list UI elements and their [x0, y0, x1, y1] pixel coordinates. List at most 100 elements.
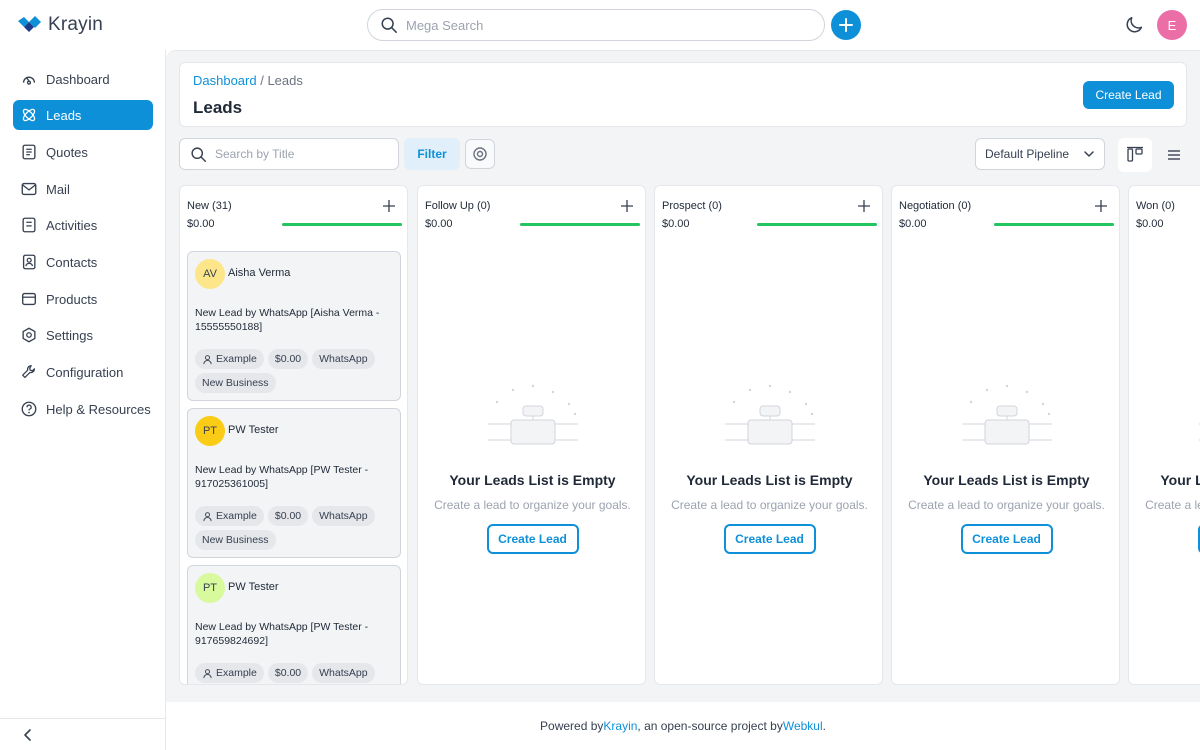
sidebar-item-leads[interactable]: Leads	[13, 100, 153, 130]
sidebar-item-contacts[interactable]: Contacts	[13, 247, 153, 277]
create-lead-button[interactable]: Create Lead	[1083, 81, 1174, 109]
pipeline-select-value: Default Pipeline	[985, 147, 1070, 161]
kanban-column-won: Won (0) $0.00 Your Leads List is Empty C…	[1128, 185, 1200, 685]
empty-state: Your Leads List is Empty Create a lead t…	[892, 382, 1119, 554]
column-amount: $0.00	[187, 218, 215, 230]
lead-card[interactable]: AV Aisha Verma New Lead by WhatsApp [Ais…	[187, 251, 401, 401]
lead-tag: WhatsApp	[312, 349, 375, 369]
column-amount: $0.00	[1136, 218, 1164, 230]
lead-title: New Lead by WhatsApp [Aisha Verma - 1555…	[195, 307, 380, 333]
add-icon[interactable]	[381, 198, 397, 214]
sidebar-item-quotes[interactable]: Quotes	[13, 137, 153, 167]
lead-tag: Example	[195, 349, 264, 369]
lead-card[interactable]: PT PW Tester New Lead by WhatsApp [PW Te…	[187, 565, 401, 684]
breadcrumb: Dashboard / Leads	[193, 73, 303, 88]
footer-krayin-link[interactable]: Krayin	[603, 719, 637, 733]
lead-avatar: PT	[195, 573, 225, 603]
add-icon[interactable]	[619, 198, 635, 214]
mail-icon	[19, 179, 39, 199]
create-lead-button[interactable]: Create Lead	[723, 524, 816, 554]
column-progress-bar	[282, 223, 402, 226]
column-progress-bar	[994, 223, 1114, 226]
lead-card[interactable]: PT PW Tester New Lead by WhatsApp [PW Te…	[187, 408, 401, 558]
create-lead-button[interactable]: Create Lead	[486, 524, 579, 554]
lead-avatar: AV	[195, 259, 225, 289]
add-icon[interactable]	[1093, 198, 1109, 214]
sidebar-item-help[interactable]: Help & Resources	[13, 394, 153, 424]
kanban-column-follow-up: Follow Up (0) $0.00 Your Leads List is E…	[417, 185, 646, 685]
top-bar: Krayin E	[0, 0, 1200, 50]
add-icon[interactable]	[856, 198, 872, 214]
search-by-title-box[interactable]	[179, 138, 399, 170]
logo[interactable]: Krayin	[16, 14, 103, 36]
column-progress-bar	[757, 223, 877, 226]
sidebar-item-settings[interactable]: Settings	[13, 320, 153, 350]
column-amount: $0.00	[425, 218, 453, 230]
lead-tag: $0.00	[267, 349, 309, 369]
lead-tag: WhatsApp	[312, 663, 375, 683]
page-title: Leads	[193, 98, 243, 117]
lead-tag: $0.00	[267, 506, 309, 526]
user-avatar[interactable]: E	[1157, 10, 1187, 40]
footer-middle: , an open-source project by	[637, 719, 783, 733]
lead-tags: Example $0.00 WhatsApp	[195, 663, 395, 683]
lead-tag: New Business	[195, 373, 276, 393]
sidebar-item-dashboard[interactable]: Dashboard	[13, 64, 153, 94]
create-lead-button[interactable]: Create Lead	[960, 524, 1053, 554]
kanban-icon	[1127, 146, 1143, 162]
plus-icon	[839, 18, 853, 32]
contacts-icon	[19, 252, 39, 272]
lead-tag: $0.00	[267, 663, 309, 683]
footer: Powered by Krayin, an open-source projec…	[166, 702, 1200, 750]
empty-state: Your Leads List is Empty Create a lead t…	[1129, 382, 1200, 554]
mega-search-input[interactable]	[406, 17, 786, 33]
empty-pipe-illustration-icon	[1198, 423, 1200, 441]
dashboard-icon	[19, 69, 39, 89]
help-icon	[19, 399, 39, 419]
search-icon	[381, 17, 397, 33]
column-title: Prospect (0)	[662, 200, 722, 212]
view-toggle-button[interactable]	[465, 139, 495, 169]
sidebar-item-configuration[interactable]: Configuration	[13, 357, 153, 387]
page-header: Dashboard / Leads Leads Create Lead	[179, 62, 1187, 127]
products-icon	[19, 289, 39, 309]
column-amount: $0.00	[662, 218, 690, 230]
empty-state-subtitle: Create a lead to organize your goals.	[1145, 498, 1200, 512]
quotes-icon	[19, 142, 39, 162]
sidebar-item-label: Configuration	[46, 364, 124, 380]
lead-person-name: PW Tester	[228, 424, 279, 436]
column-title: Follow Up (0)	[425, 200, 491, 212]
lead-avatar: PT	[195, 416, 225, 446]
filter-button[interactable]: Filter	[404, 138, 460, 170]
lead-tag: Example	[195, 663, 264, 683]
list-view-button[interactable]	[1157, 138, 1191, 172]
sidebar-item-mail[interactable]: Mail	[13, 174, 153, 204]
logo-text: Krayin	[48, 14, 104, 35]
sidebar-item-label: Contacts	[46, 254, 98, 270]
column-title: Won (0)	[1136, 200, 1175, 212]
sidebar-item-label: Dashboard	[46, 71, 110, 87]
user-avatar-initial: E	[1167, 17, 1177, 33]
lead-tag: WhatsApp	[312, 506, 375, 526]
lead-title: New Lead by WhatsApp [PW Tester - 917659…	[195, 621, 369, 647]
kanban-view-button[interactable]	[1118, 138, 1152, 172]
quick-create-button[interactable]	[831, 10, 861, 40]
column-title: Negotiation (0)	[899, 200, 972, 212]
footer-webkul-link[interactable]: Webkul	[783, 719, 823, 733]
dark-mode-toggle-icon[interactable]	[1123, 14, 1145, 36]
sidebar-item-activities[interactable]: Activities	[13, 210, 153, 240]
lead-tag-label: Example	[216, 510, 257, 522]
lead-tag-label: Example	[216, 667, 257, 679]
chevron-left-icon[interactable]	[20, 727, 36, 743]
search-by-title-input[interactable]	[215, 147, 385, 161]
footer-prefix: Powered by	[540, 719, 604, 733]
lead-tags: Example $0.00 WhatsApp New Business	[195, 349, 395, 393]
breadcrumb-dashboard-link[interactable]: Dashboard	[193, 73, 257, 88]
empty-state: Your Leads List is Empty Create a lead t…	[418, 382, 645, 554]
breadcrumb-current: Leads	[267, 73, 303, 88]
pipeline-select[interactable]: Default Pipeline	[975, 138, 1105, 170]
mega-search-box[interactable]	[367, 9, 825, 41]
kanban-column-prospect: Prospect (0) $0.00 Your Leads List is Em…	[654, 185, 883, 685]
sidebar-item-products[interactable]: Products	[13, 284, 153, 314]
lead-person-name: PW Tester	[228, 581, 279, 593]
